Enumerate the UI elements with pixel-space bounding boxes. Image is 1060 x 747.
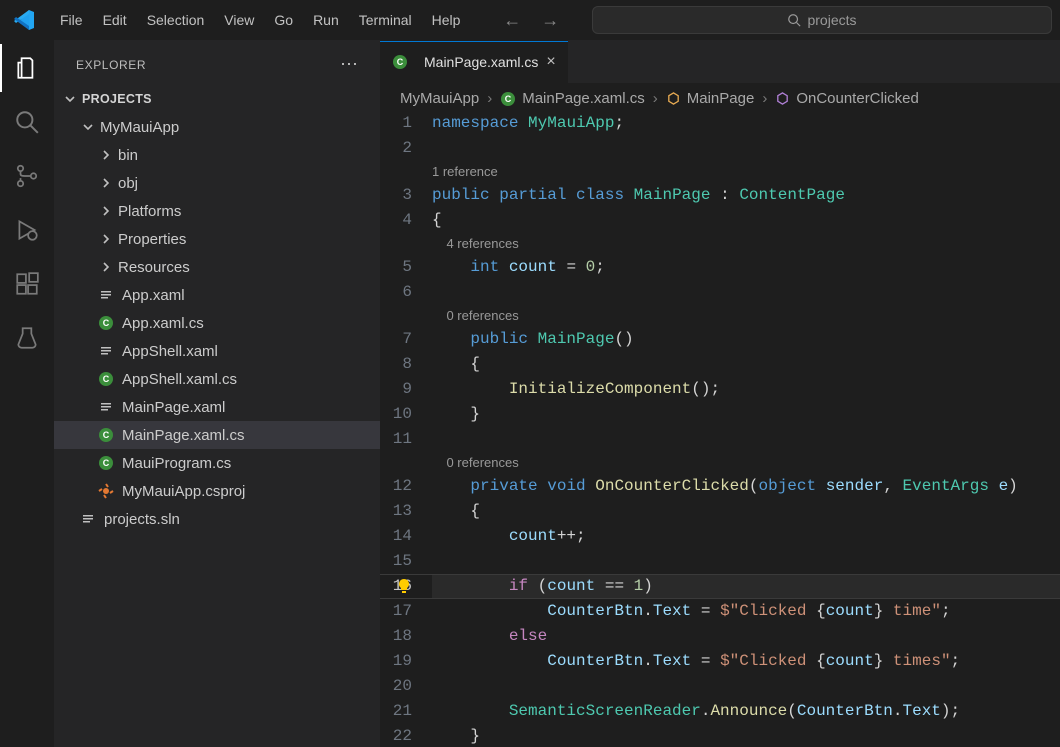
tree-item[interactable]: MainPage.xaml [54, 393, 380, 421]
explorer-icon[interactable] [13, 54, 41, 82]
tab-label: MainPage.xaml.cs [424, 54, 538, 70]
codelens[interactable]: 1 reference [432, 161, 1060, 183]
menu-item-go[interactable]: Go [264, 8, 303, 32]
tree-item[interactable]: MyMauiApp.csproj [54, 477, 380, 505]
svg-text:C: C [103, 430, 110, 440]
tree-item[interactable]: Platforms [54, 197, 380, 225]
tree-item[interactable]: projects.sln [54, 505, 380, 533]
svg-text:C: C [397, 57, 404, 67]
search-activity-icon[interactable] [13, 108, 41, 136]
file-icon: C [98, 455, 114, 471]
file-tree: PROJECTS MyMauiAppbinobjPlatformsPropert… [54, 85, 380, 533]
file-icon [98, 287, 114, 303]
search-placeholder: projects [807, 12, 856, 28]
tree-item[interactable]: CAppShell.xaml.cs [54, 365, 380, 393]
breadcrumb[interactable]: MyMauiApp › C MainPage.xaml.cs › MainPag… [380, 84, 1060, 111]
tab-mainpage-cs[interactable]: C MainPage.xaml.cs × [380, 40, 568, 83]
csharp-file-icon: C [500, 91, 516, 107]
sidebar-title: EXPLORER [76, 58, 340, 72]
tree-item[interactable]: bin [54, 141, 380, 169]
file-icon [80, 511, 96, 527]
menu-bar: FileEditSelectionViewGoRunTerminalHelp [50, 8, 470, 32]
titlebar: FileEditSelectionViewGoRunTerminalHelp ←… [0, 0, 1060, 40]
svg-text:C: C [103, 458, 110, 468]
svg-text:C: C [103, 318, 110, 328]
activity-bar [0, 40, 54, 747]
tree-section-projects[interactable]: PROJECTS [54, 85, 380, 113]
chevron-icon [98, 203, 114, 219]
chevron-icon [98, 147, 114, 163]
menu-item-view[interactable]: View [214, 8, 264, 32]
run-debug-icon[interactable] [13, 216, 41, 244]
svg-text:C: C [505, 94, 512, 104]
menu-item-file[interactable]: File [50, 8, 93, 32]
breadcrumb-class: MainPage [666, 90, 755, 107]
file-icon [98, 343, 114, 359]
nav-back-icon[interactable]: ← [503, 10, 521, 31]
tree-item[interactable]: CMainPage.xaml.cs [54, 421, 380, 449]
search-icon [787, 13, 801, 27]
code-editor[interactable]: 1234567891011121314151617181920212223 na… [380, 111, 1060, 747]
tree-item[interactable]: AppShell.xaml [54, 337, 380, 365]
tree-item[interactable]: CMauiProgram.cs [54, 449, 380, 477]
codelens[interactable]: 0 references [432, 305, 1060, 327]
chevron-icon [80, 119, 96, 135]
svg-text:C: C [103, 374, 110, 384]
menu-item-run[interactable]: Run [303, 8, 349, 32]
method-icon [775, 91, 790, 106]
tree-item[interactable]: Properties [54, 225, 380, 253]
breadcrumb-project: MyMauiApp [400, 90, 479, 107]
vscode-logo-icon [12, 8, 36, 32]
chevron-icon [98, 259, 114, 275]
tree-item[interactable]: App.xaml [54, 281, 380, 309]
codelens[interactable]: 0 references [432, 452, 1060, 474]
menu-item-selection[interactable]: Selection [137, 8, 215, 32]
codelens[interactable]: 4 references [432, 233, 1060, 255]
menu-item-help[interactable]: Help [422, 8, 471, 32]
explorer-sidebar: EXPLORER ⋯ PROJECTS MyMauiAppbinobjPlatf… [54, 40, 380, 747]
tree-item[interactable]: MyMauiApp [54, 113, 380, 141]
breadcrumb-file: C MainPage.xaml.cs [500, 90, 645, 107]
file-icon [98, 483, 114, 499]
menu-item-edit[interactable]: Edit [93, 8, 137, 32]
file-icon: C [98, 315, 114, 331]
tree-item[interactable]: CApp.xaml.cs [54, 309, 380, 337]
class-icon [666, 91, 681, 106]
command-center-search[interactable]: projects [592, 6, 1052, 34]
testing-icon[interactable] [13, 324, 41, 352]
editor-group: C MainPage.xaml.cs × MyMauiApp › C MainP… [380, 40, 1060, 747]
nav-forward-icon[interactable]: → [541, 10, 559, 31]
chevron-icon [98, 175, 114, 191]
close-icon[interactable]: × [546, 53, 555, 71]
chevron-down-icon [62, 91, 78, 107]
menu-item-terminal[interactable]: Terminal [349, 8, 422, 32]
tab-bar: C MainPage.xaml.cs × [380, 40, 1060, 84]
tree-item[interactable]: Resources [54, 253, 380, 281]
breadcrumb-method: OnCounterClicked [775, 90, 919, 107]
sidebar-more-icon[interactable]: ⋯ [340, 54, 360, 75]
file-icon: C [98, 427, 114, 443]
lightbulb-icon[interactable] [396, 578, 412, 594]
csharp-file-icon: C [392, 54, 408, 70]
file-icon: C [98, 371, 114, 387]
extensions-icon[interactable] [13, 270, 41, 298]
source-control-icon[interactable] [13, 162, 41, 190]
tree-item[interactable]: obj [54, 169, 380, 197]
file-icon [98, 399, 114, 415]
chevron-icon [98, 231, 114, 247]
